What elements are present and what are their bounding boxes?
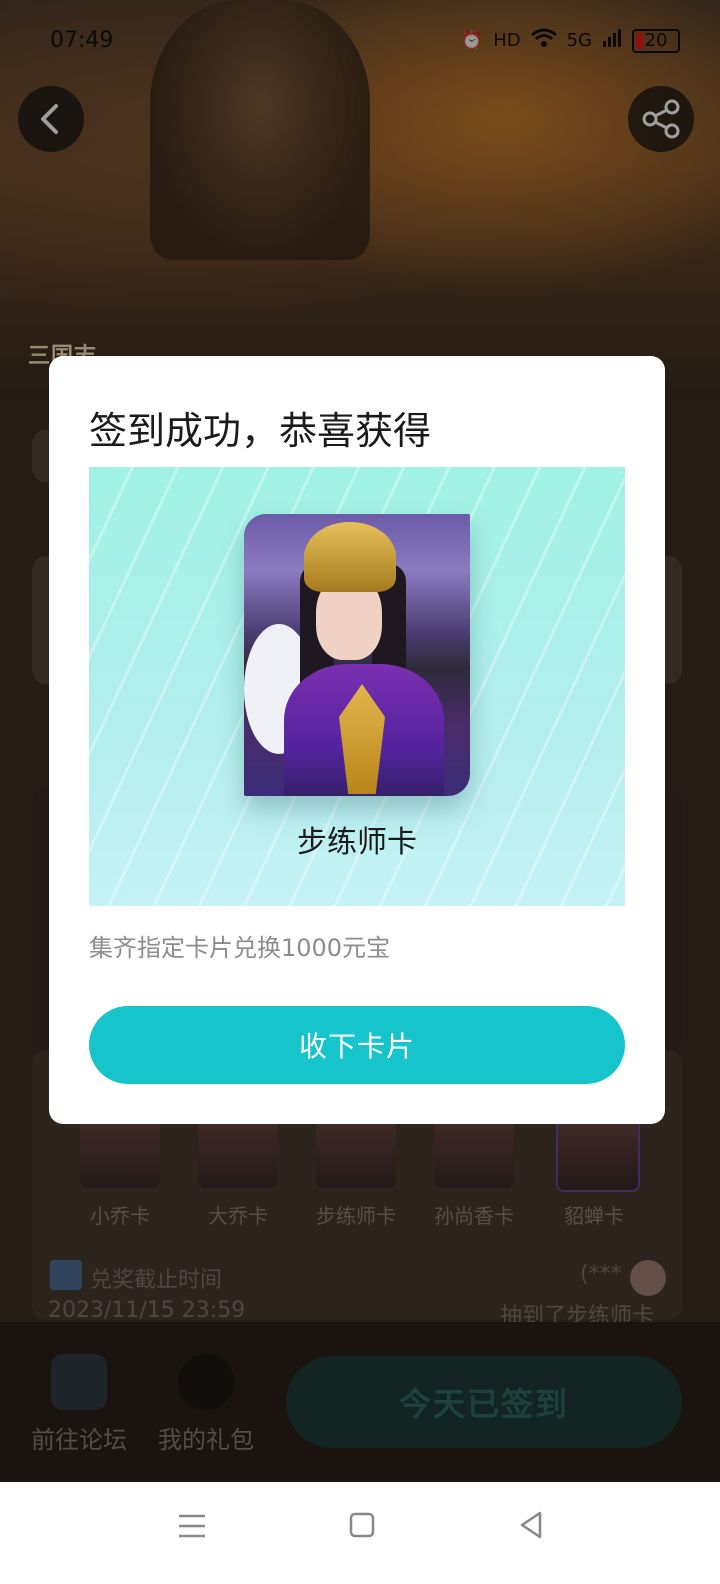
accept-card-button[interactable]: 收下卡片 <box>89 1006 625 1084</box>
home-icon[interactable] <box>346 1506 378 1550</box>
reward-card-name: 步练师卡 <box>297 825 417 860</box>
reward-card-image <box>244 514 470 796</box>
reward-panel: 步练师卡 <box>89 467 625 906</box>
crown-ornament <box>304 522 396 592</box>
back-triangle-icon[interactable] <box>516 1506 548 1550</box>
menu-icon[interactable] <box>176 1506 208 1550</box>
system-nav-bar <box>0 1482 720 1584</box>
reward-description: 集齐指定卡片兑换1000元宝 <box>89 934 391 962</box>
reward-dialog: 签到成功，恭喜获得 步练师卡 集齐指定卡片兑换1000元宝 收下卡片 <box>49 356 665 1124</box>
dialog-title: 签到成功，恭喜获得 <box>89 409 432 453</box>
